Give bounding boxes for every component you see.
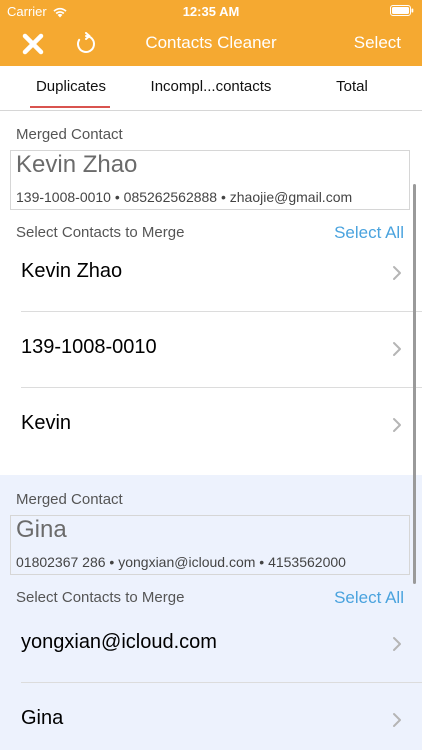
status-bar: Carrier 12:35 AM [0,0,422,22]
contact-row[interactable]: Kevin Zhao [0,236,422,312]
duplicate-group: Merged Contact Kevin Zhao 139-1008-0010 … [0,111,422,475]
tab-duplicates[interactable]: Duplicates [30,66,112,110]
duplicate-group: Merged Contact Gina 01802367 286 • yongx… [0,475,422,750]
battery-icon [390,5,414,16]
chevron-right-icon [393,637,401,651]
contact-name: 139-1008-0010 [21,336,157,358]
navigation-bar: Contacts Cleaner Select [0,22,422,66]
contact-name: Gina [21,707,64,729]
merged-contact-label: Merged Contact [16,491,123,508]
select-contacts-label: Select Contacts to Merge [16,589,185,606]
merged-contact-label: Merged Contact [16,126,123,143]
chevron-right-icon [393,418,401,432]
status-time: 12:35 AM [182,4,240,19]
merged-contact-name: Gina [16,516,67,543]
chevron-right-icon [393,342,401,356]
tab-total[interactable]: Total [318,66,386,110]
contacts-cleaner-app: Carrier 12:35 AM Contacts Cleaner Select… [0,0,422,750]
select-button[interactable]: Select [354,33,401,53]
merged-contact-details: 01802367 286 • yongxian@icloud.com • 415… [16,554,346,570]
vertical-scrollbar[interactable] [413,184,416,584]
merged-contact-details: 139-1008-0010 • 085262562888 • zhaojie@g… [16,189,353,205]
merged-contact-card: Gina 01802367 286 • yongxian@icloud.com … [10,515,410,575]
contact-row[interactable]: yongxian@icloud.com [0,607,422,683]
select-all-button[interactable]: Select All [334,588,404,608]
contact-row[interactable]: Kevin [0,388,422,464]
contact-name: Kevin Zhao [21,260,123,282]
contact-name: yongxian@icloud.com [21,631,217,653]
chevron-right-icon [393,713,401,727]
tab-bar: Duplicates Incompl...contacts Total [0,66,422,111]
active-tab-indicator [30,106,110,108]
merged-contact-name: Kevin Zhao [16,151,138,178]
contact-row[interactable]: 139-1008-0010 [0,312,422,388]
contact-row[interactable]: Gina [0,683,422,750]
chevron-right-icon [393,266,401,280]
contact-name: Kevin [21,412,72,434]
app-header: Carrier 12:35 AM Contacts Cleaner Select [0,0,422,66]
merged-contact-card: Kevin Zhao 139-1008-0010 • 085262562888 … [10,150,410,210]
tab-incomplete-contacts[interactable]: Incompl...contacts [140,66,282,110]
